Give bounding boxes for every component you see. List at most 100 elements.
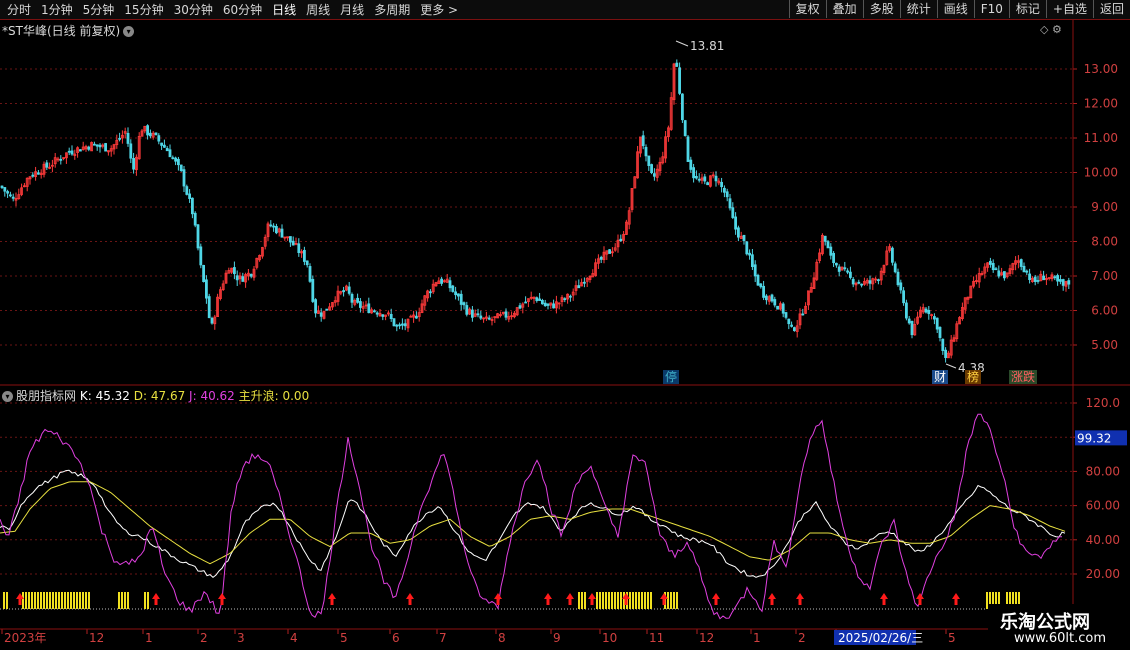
candle-body <box>538 298 541 301</box>
candle-body <box>801 313 805 316</box>
candle-body <box>832 252 835 264</box>
candle-body <box>823 235 827 242</box>
candle-body <box>546 303 550 306</box>
period-tab[interactable]: 1分钟 <box>36 2 78 18</box>
candle-body <box>451 285 455 292</box>
candle-body <box>714 175 718 182</box>
candle-body <box>997 270 1001 277</box>
wave-bar <box>67 592 69 609</box>
diamond-icon[interactable]: ◇ <box>1040 23 1048 36</box>
candle-body <box>991 262 995 271</box>
candle-body <box>311 278 315 302</box>
buy-arrow-icon <box>712 593 720 605</box>
period-tabs: 分时 1分钟 5分钟 15分钟 30分钟 60分钟 日线 周线 月线 多周期 更多 > <box>2 2 463 18</box>
candle-body <box>891 247 894 263</box>
candle-body <box>647 155 651 166</box>
date-label: 3 <box>237 631 245 645</box>
wave-bar <box>584 592 586 609</box>
candle-body <box>11 196 15 199</box>
candle-body <box>689 159 693 170</box>
wave-bar <box>64 592 66 609</box>
wave-bar <box>667 592 669 609</box>
candle-body <box>104 143 107 152</box>
candle-body <box>1025 270 1029 273</box>
candle-body <box>935 317 939 330</box>
candle-body <box>1028 273 1031 280</box>
candle-body <box>751 254 754 267</box>
period-tab[interactable]: 周线 <box>301 2 335 18</box>
buy-arrow-icon <box>544 593 552 605</box>
toolbar-button[interactable]: 画线 <box>936 0 974 18</box>
wave-bar <box>578 592 580 609</box>
candle-body <box>3 187 7 192</box>
period-tab[interactable]: 15分钟 <box>119 2 168 18</box>
date-label: 7 <box>439 631 447 645</box>
candle-body <box>994 268 998 271</box>
main-chart-legend[interactable]: *ST华峰(日线 前复权) ▾ <box>2 22 135 39</box>
marker-label: 停 <box>665 369 677 384</box>
date-label: 5 <box>340 631 348 645</box>
indicator-tick-label: 60.00 <box>1086 499 1120 513</box>
period-tab[interactable]: 日线 <box>267 2 301 18</box>
toolbar-button[interactable]: 标记 <box>1008 0 1046 18</box>
chevron-down-icon[interactable]: ▾ <box>2 391 13 402</box>
date-label: 9 <box>553 631 561 645</box>
buy-arrow-icon <box>796 593 804 605</box>
wave-bar <box>611 592 613 609</box>
period-tab[interactable]: 分时 <box>2 2 36 18</box>
period-tab[interactable]: 更多 > <box>415 2 463 18</box>
price-tick-label: 5.00 <box>1091 338 1118 352</box>
candle-body <box>132 158 136 170</box>
candle-body <box>902 290 905 304</box>
toolbar-button[interactable]: +自选 <box>1045 0 1093 18</box>
candle-body <box>70 150 74 155</box>
wave-bar <box>28 592 30 609</box>
period-tab[interactable]: 月线 <box>335 2 369 18</box>
candle-body <box>924 308 928 313</box>
candle-body <box>706 182 709 186</box>
candle-body <box>154 132 158 136</box>
candle-body <box>868 280 872 284</box>
candle-body <box>933 316 936 320</box>
wave-bar <box>58 592 60 609</box>
indicator-legend[interactable]: ▾ 股朋指标网 K: 45.32 D: 47.67 J: 40.62 主升浪: 0… <box>2 387 309 404</box>
toolbar-button[interactable]: 统计 <box>899 0 937 18</box>
candle-body <box>207 296 211 319</box>
candle-body <box>765 295 768 301</box>
toolbar-button[interactable]: F10 <box>973 0 1009 18</box>
wave-bar <box>88 592 90 609</box>
buy-arrow-icon <box>152 593 160 605</box>
candle-body <box>748 252 751 256</box>
candle-body <box>314 299 318 314</box>
wave-bar <box>6 592 8 609</box>
wave-bar <box>3 592 5 609</box>
period-tab[interactable]: 60分钟 <box>218 2 267 18</box>
main-chart-grid <box>0 68 1073 346</box>
date-label: 1 <box>753 631 761 645</box>
candle-body <box>398 324 402 327</box>
period-tab[interactable]: 多周期 <box>369 2 415 18</box>
wave-bar <box>608 592 610 609</box>
kdj-line-k <box>0 469 1066 579</box>
candle-body <box>734 216 737 230</box>
candle-body <box>291 240 295 246</box>
toolbar-button[interactable]: 返回 <box>1092 0 1130 18</box>
candle-body <box>487 317 491 320</box>
candle-body <box>608 249 611 254</box>
candle-body <box>448 280 452 289</box>
settings-icon[interactable]: ⚙ <box>1052 23 1062 36</box>
chevron-down-icon[interactable]: ▾ <box>123 26 135 37</box>
toolbar-button[interactable]: 叠加 <box>825 0 863 18</box>
toolbar-button[interactable]: 复权 <box>788 0 826 18</box>
wave-bar <box>85 592 87 609</box>
candle-body <box>681 93 684 121</box>
toolbar-button[interactable]: 多股 <box>862 0 900 18</box>
candle-body <box>288 236 292 243</box>
candle-body <box>347 286 351 294</box>
indicator-tick-label: 40.00 <box>1086 533 1120 547</box>
candle-body <box>860 283 863 286</box>
period-tab[interactable]: 5分钟 <box>78 2 120 18</box>
candle-body <box>342 290 346 293</box>
period-tab[interactable]: 30分钟 <box>169 2 218 18</box>
candle-body <box>6 191 9 194</box>
